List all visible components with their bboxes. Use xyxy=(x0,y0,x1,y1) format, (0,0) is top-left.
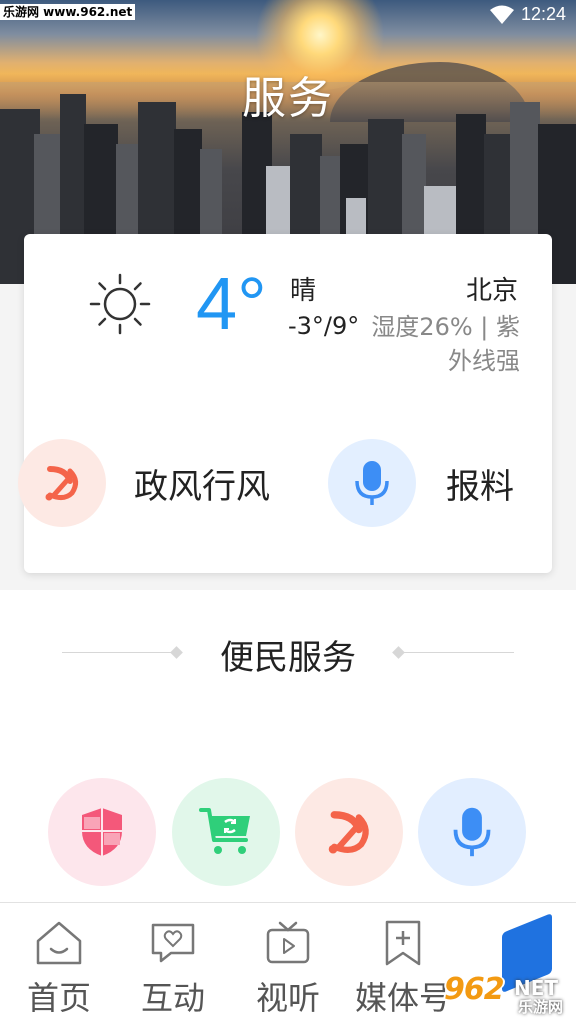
nav-item-home[interactable]: 首页 xyxy=(4,917,114,1019)
chat-heart-icon xyxy=(151,923,195,963)
weather-condition: 晴 xyxy=(290,276,317,306)
service-report-button[interactable] xyxy=(418,778,526,886)
nav-item-video[interactable]: 视听 xyxy=(233,917,343,1019)
home-icon xyxy=(36,921,82,965)
service-screen: 乐游网 www.962.net 12:24 服务 4° 晴 北京 -3°/9° … xyxy=(0,0,576,1024)
divider xyxy=(402,652,514,653)
service-politics-button[interactable] xyxy=(295,778,403,886)
temperature: 4° xyxy=(196,262,267,345)
nav-label: 互动 xyxy=(140,979,205,1017)
microphone-icon xyxy=(453,807,491,857)
quick-action-label: 政风行风 xyxy=(134,466,270,507)
status-bar: 乐游网 www.962.net 12:24 xyxy=(0,0,576,30)
party-emblem-icon xyxy=(328,811,369,854)
shield-icon xyxy=(82,808,122,856)
watermark-badge: 乐游网 www.962.net xyxy=(0,4,136,20)
tv-play-icon xyxy=(266,921,310,964)
quick-action-politics[interactable]: 政风行风 xyxy=(18,438,270,528)
temperature-range: -3°/9° xyxy=(288,312,360,340)
site-watermark: 962 NET 乐游网 xyxy=(440,972,574,1020)
service-shield-button[interactable] xyxy=(48,778,156,886)
section-title: 便民服务 xyxy=(220,638,356,678)
clock: 12:24 xyxy=(520,4,566,24)
page-title: 服务 xyxy=(242,73,334,124)
wifi-icon xyxy=(490,5,514,24)
city-name[interactable]: 北京 xyxy=(466,270,518,307)
watermark-name: 乐游网 xyxy=(518,998,564,1016)
section-header: 便民服务 xyxy=(0,628,576,678)
nav-label: 视听 xyxy=(255,979,320,1017)
service-cart-button[interactable] xyxy=(172,778,280,886)
bookmark-plus-icon xyxy=(385,920,421,966)
quick-action-report[interactable]: 报料 xyxy=(328,438,514,528)
weather-card: 4° 晴 北京 -3°/9° 湿度26% | 紫外线强 政风行风 报料 xyxy=(18,234,552,573)
humidity-uv: 湿度26% | 紫外线强 xyxy=(371,313,520,375)
sun-icon xyxy=(89,273,151,335)
cart-refresh-icon xyxy=(199,808,250,854)
quick-action-label: 报料 xyxy=(446,466,514,507)
watermark-number: 962 xyxy=(444,972,505,1007)
nav-item-interact[interactable]: 互动 xyxy=(118,917,228,1019)
party-emblem-icon xyxy=(18,439,106,527)
convenience-services-section: 便民服务 xyxy=(0,590,576,902)
nav-label: 首页 xyxy=(26,979,91,1017)
microphone-icon xyxy=(328,439,416,527)
